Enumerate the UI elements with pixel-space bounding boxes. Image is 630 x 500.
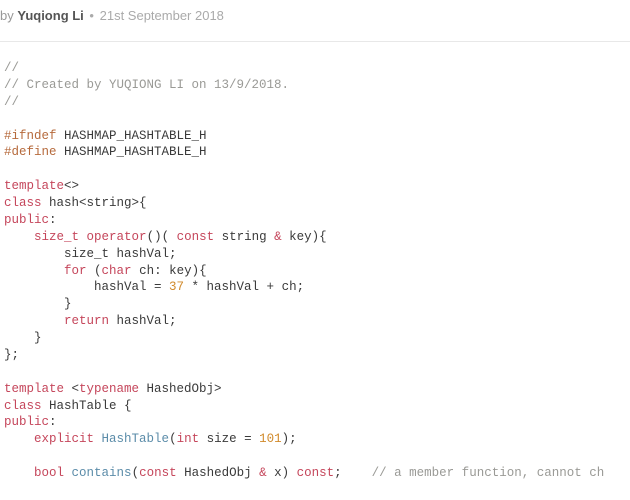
code-token: template (4, 382, 64, 396)
code-token: const (139, 466, 177, 480)
code-token (4, 466, 34, 480)
code-token: hashVal = (4, 280, 169, 294)
code-token: operator (87, 230, 147, 244)
code-line: } (4, 331, 42, 345)
code-token: typename (79, 382, 139, 396)
by-label: by (0, 8, 14, 23)
code-token: for (64, 264, 87, 278)
code-token: 101 (259, 432, 282, 446)
code-token: & (259, 466, 267, 480)
code-token: char (102, 264, 132, 278)
code-token: HashTable { (42, 399, 132, 413)
code-token (4, 230, 34, 244)
code-token: public (4, 415, 49, 429)
code-token: explicit (34, 432, 94, 446)
code-token: int (177, 432, 200, 446)
code-token (4, 432, 34, 446)
code-token: 37 (169, 280, 184, 294)
code-token: ( (132, 466, 140, 480)
code-token: template (4, 179, 64, 193)
author-name[interactable]: Yuqiong Li (17, 8, 83, 23)
code-token: ch: key){ (132, 264, 207, 278)
code-token: <> (64, 179, 79, 193)
code-token: hash<string>{ (42, 196, 147, 210)
code-token: * hashVal + ch; (184, 280, 304, 294)
code-token: : (49, 415, 57, 429)
code-token: HashTable (102, 432, 170, 446)
code-token: class (4, 399, 42, 413)
code-token: HASHMAP_HASHTABLE_H (57, 129, 207, 143)
code-token: ( (87, 264, 102, 278)
code-line: }; (4, 348, 19, 362)
separator-dot: • (89, 8, 94, 23)
code-token: string (214, 230, 274, 244)
code-token: ( (169, 432, 177, 446)
code-token: ; (334, 466, 372, 480)
code-token: hashVal; (109, 314, 177, 328)
code-token: ()( (147, 230, 177, 244)
code-line: size_t hashVal; (4, 247, 177, 261)
code-token: contains (72, 466, 132, 480)
code-token: & (274, 230, 282, 244)
code-token: : (49, 213, 57, 227)
code-token: HashedObj (177, 466, 260, 480)
code-line: // Created by YUQIONG LI on 13/9/2018. (4, 78, 289, 92)
code-token: bool (34, 466, 64, 480)
code-token: x) (267, 466, 297, 480)
code-token: #ifndef (4, 129, 57, 143)
code-token: public (4, 213, 49, 227)
code-token (79, 230, 87, 244)
code-token (4, 314, 64, 328)
code-line: // (4, 61, 19, 75)
code-token: < (64, 382, 79, 396)
code-token (94, 432, 102, 446)
code-token: HashedObj> (139, 382, 222, 396)
code-line: // (4, 95, 19, 109)
code-token (4, 264, 64, 278)
code-token: class (4, 196, 42, 210)
code-token: size_t (34, 230, 79, 244)
code-token: size = (199, 432, 259, 446)
code-token: #define (4, 145, 57, 159)
code-token: // a member function, cannot ch (372, 466, 605, 480)
post-date: 21st September 2018 (100, 8, 224, 23)
code-token: return (64, 314, 109, 328)
byline: by Yuqiong Li • 21st September 2018 (0, 0, 630, 41)
code-token: const (297, 466, 335, 480)
code-block: // // Created by YUQIONG LI on 13/9/2018… (0, 41, 630, 482)
code-token: key){ (282, 230, 327, 244)
code-token: ); (282, 432, 297, 446)
code-token: HASHMAP_HASHTABLE_H (57, 145, 207, 159)
code-token (64, 466, 72, 480)
code-token: const (177, 230, 215, 244)
code-line: } (4, 297, 72, 311)
